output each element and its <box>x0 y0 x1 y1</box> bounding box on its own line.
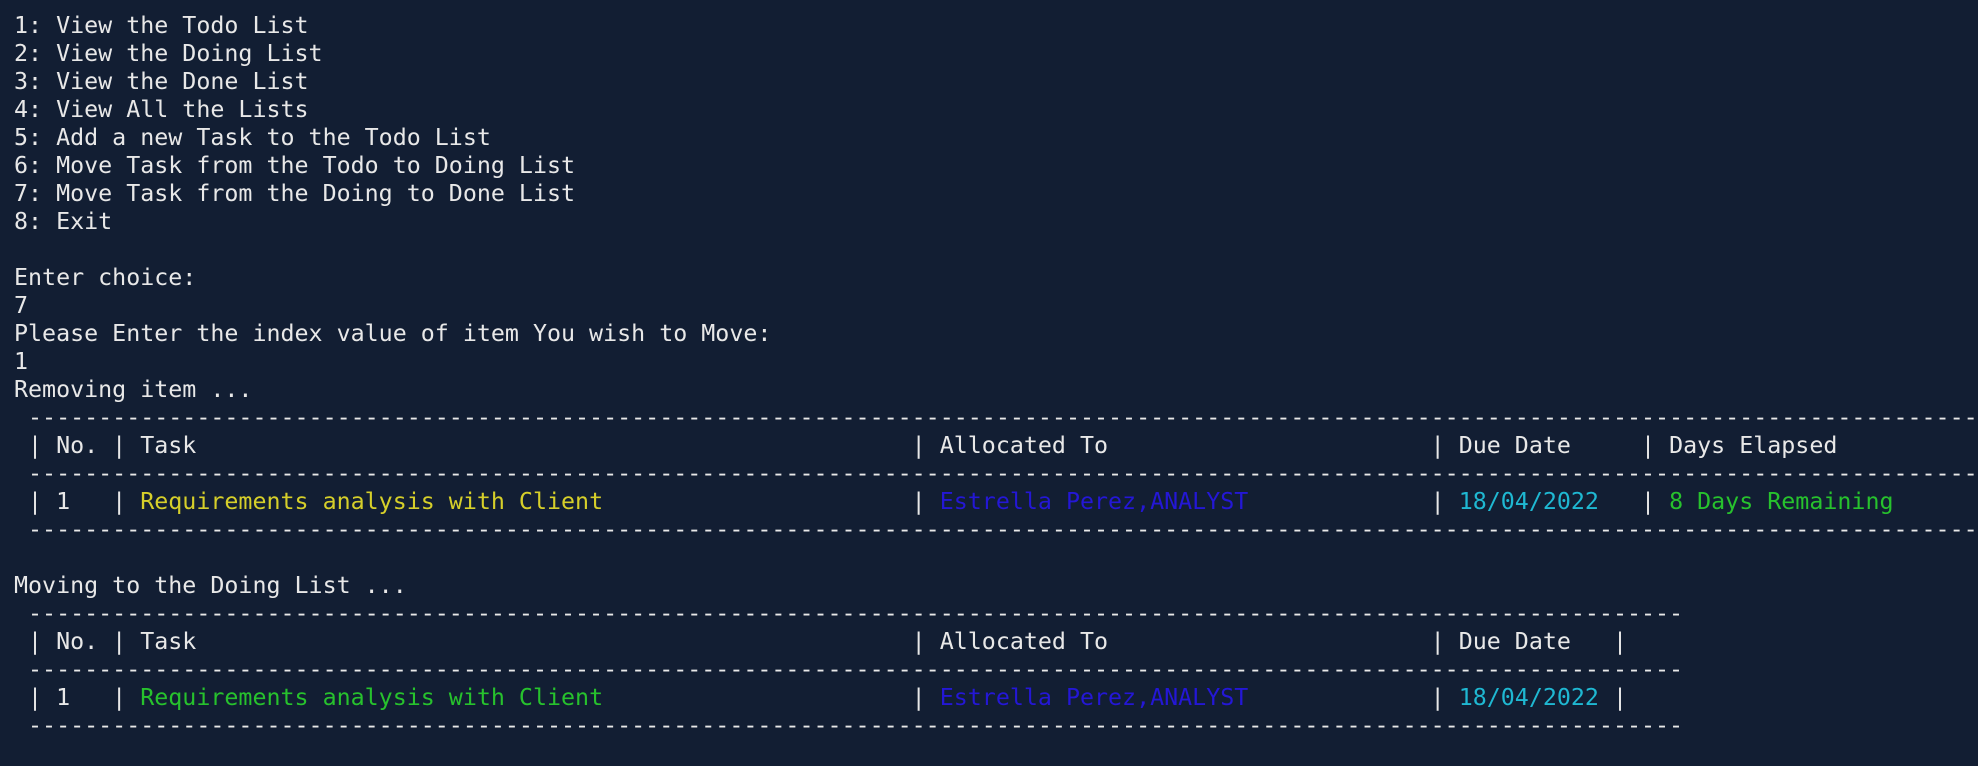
table1-end: | <box>1964 432 1978 459</box>
removing-message: Removing item ... <box>14 376 253 403</box>
table1-row-allocated: Estrella Perez,ANALYST <box>939 488 1417 515</box>
menu-item-6: 6: Move Task from the Todo to Doing List <box>14 152 576 179</box>
menu-item-1: 1: View the Todo List <box>14 12 309 39</box>
table1-top-rule: ----------------------------------------… <box>14 404 1978 431</box>
table1-row-due: 18/04/2022 <box>1458 488 1627 515</box>
menu-item-2: 2: View the Doing List <box>14 40 323 67</box>
menu-item-5: 5: Add a new Task to the Todo List <box>14 124 491 151</box>
table2-row-no: | 1 | <box>14 684 141 711</box>
table2-header-due: Due Date <box>1458 628 1599 655</box>
menu-item-3: 3: View the Done List <box>14 68 309 95</box>
table1-sep: | <box>1627 432 1670 459</box>
table1-row-days: 8 Days Remaining <box>1669 488 1964 515</box>
table1-header-days: Days Elapsed <box>1669 432 1964 459</box>
index-input[interactable]: 1 <box>14 348 1978 376</box>
menu-item-8: 8: Exit <box>14 208 113 235</box>
table1-mid-rule: ----------------------------------------… <box>14 460 1978 487</box>
table2-top-rule: ----------------------------------------… <box>14 600 1684 627</box>
table2-header-allocated: Allocated To <box>939 628 1417 655</box>
table2-sep: | <box>1416 628 1459 655</box>
menu-item-4: 4: View All the Lists <box>14 96 309 123</box>
table2-row-allocated: Estrella Perez,ANALYST <box>939 684 1417 711</box>
moving-message: Moving to the Doing List ... <box>14 572 407 599</box>
choice-input[interactable]: 7 <box>14 292 1978 320</box>
table2-header-no: | No. | <box>14 628 141 655</box>
table2-header-row: | No. | Task | Allocated To | Due Date | <box>14 628 1978 656</box>
table1-sep: | <box>897 488 940 515</box>
table1-row: | 1 | Requirements analysis with Client … <box>14 488 1978 516</box>
table2-sep: | <box>1416 684 1459 711</box>
menu-item-7: 7: Move Task from the Doing to Done List <box>14 180 576 207</box>
table1-row-no: | 1 | <box>14 488 141 515</box>
table2-row-due: 18/04/2022 <box>1458 684 1599 711</box>
table1-end: | <box>1964 488 1978 515</box>
table1-row-task: Requirements analysis with Client <box>140 488 898 515</box>
table1-header-row: | No. | Task | Allocated To | Due Date |… <box>14 432 1978 460</box>
index-prompt: Please Enter the index value of item You… <box>14 320 772 347</box>
table2-mid-rule: ----------------------------------------… <box>14 656 1684 683</box>
table2-end: | <box>1598 684 1628 711</box>
table2-end: | <box>1598 628 1628 655</box>
table1-header-task: Task <box>140 432 898 459</box>
table2-sep: | <box>897 684 940 711</box>
table2-header-task: Task <box>140 628 898 655</box>
table2-row-task: Requirements analysis with Client <box>140 684 898 711</box>
table1-sep: | <box>1416 488 1459 515</box>
table1-sep: | <box>1627 488 1670 515</box>
table1-header-due: Due Date <box>1458 432 1627 459</box>
choice-prompt: Enter choice: <box>14 264 197 291</box>
table1-header-allocated: Allocated To <box>939 432 1417 459</box>
table1-bottom-rule: ----------------------------------------… <box>14 516 1978 543</box>
terminal-output: 1: View the Todo List 2: View the Doing L… <box>14 12 1978 740</box>
table2-row: | 1 | Requirements analysis with Client … <box>14 684 1978 712</box>
table2-sep: | <box>897 628 940 655</box>
table1-sep: | <box>897 432 940 459</box>
table2-bottom-rule: ----------------------------------------… <box>14 712 1684 739</box>
table1-header-no: | No. | <box>14 432 141 459</box>
table1-sep: | <box>1416 432 1459 459</box>
